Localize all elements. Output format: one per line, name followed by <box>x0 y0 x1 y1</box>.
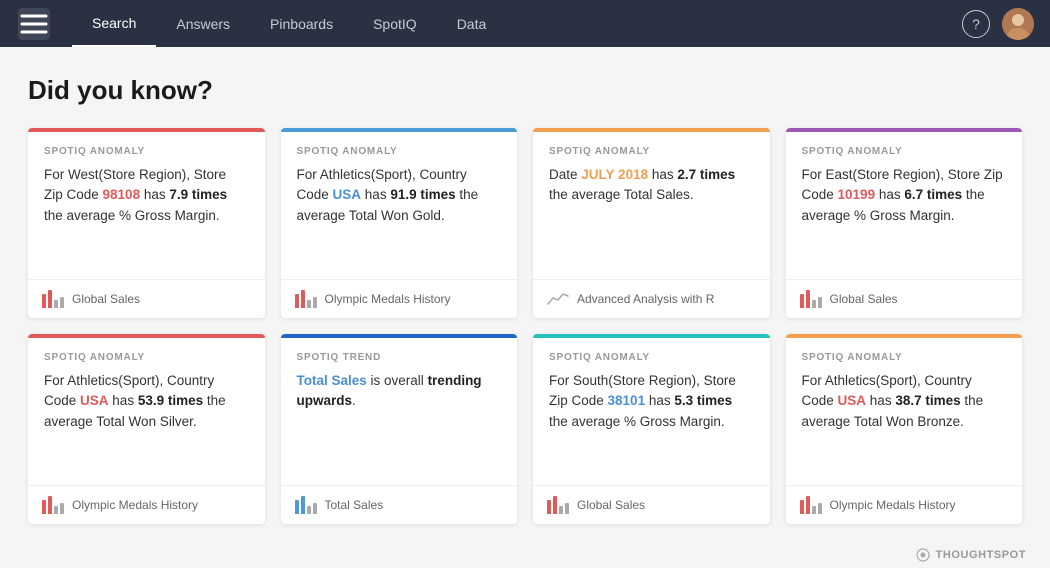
card-1-highlight-blue: USA <box>333 187 362 202</box>
card-1-label: SPOTIQ ANOMALY <box>297 146 502 157</box>
card-2-footer-icon <box>547 288 569 310</box>
page-footer: THOUGHTSPOT <box>0 540 1050 568</box>
card-7-highlight-red: USA <box>838 393 867 408</box>
card-0-emphasis: 7.9 times <box>169 187 227 202</box>
card-4-label: SPOTIQ ANOMALY <box>44 352 249 363</box>
card-3-footer: Global Sales <box>786 279 1023 318</box>
nav-answers[interactable]: Answers <box>156 0 250 47</box>
card-4-bar-chart-icon <box>42 496 64 514</box>
nav-right: ? <box>962 8 1034 40</box>
card-0-highlight-red: 98108 <box>103 187 141 202</box>
card-1[interactable]: SPOTIQ ANOMALY For Athletics(Sport), Coun… <box>281 128 518 318</box>
card-3-emphasis: 6.7 times <box>904 187 962 202</box>
card-6-footer: Global Sales <box>533 485 770 524</box>
card-6-emphasis: 5.3 times <box>674 393 732 408</box>
card-7-footer-text: Olympic Medals History <box>830 498 956 512</box>
card-2-highlight-orange: JULY 2018 <box>581 167 648 182</box>
card-1-body: SPOTIQ ANOMALY For Athletics(Sport), Coun… <box>281 132 518 279</box>
card-0-footer-text: Global Sales <box>72 292 140 306</box>
card-4-footer-icon <box>42 494 64 516</box>
card-4-emphasis: 53.9 times <box>138 393 203 408</box>
nav-pinboards[interactable]: Pinboards <box>250 0 353 47</box>
card-1-emphasis: 91.9 times <box>390 187 455 202</box>
card-2-footer: Advanced Analysis with R <box>533 279 770 318</box>
card-2-text: Date JULY 2018 has 2.7 times the average… <box>549 165 754 206</box>
card-3[interactable]: SPOTIQ ANOMALY For East(Store Region), St… <box>786 128 1023 318</box>
card-0-footer: Global Sales <box>28 279 265 318</box>
card-4-footer: Olympic Medals History <box>28 485 265 524</box>
nav-data[interactable]: Data <box>437 0 507 47</box>
help-button[interactable]: ? <box>962 10 990 38</box>
card-6-highlight-blue: 38101 <box>608 393 646 408</box>
card-1-footer-text: Olympic Medals History <box>325 292 451 306</box>
card-2-line-chart-icon <box>547 290 569 308</box>
card-1-text: For Athletics(Sport), Country Code USA h… <box>297 165 502 226</box>
card-1-footer: Olympic Medals History <box>281 279 518 318</box>
card-6-bar-chart-icon <box>547 496 569 514</box>
card-0[interactable]: SPOTIQ ANOMALY For West(Store Region), St… <box>28 128 265 318</box>
user-avatar[interactable] <box>1002 8 1034 40</box>
card-3-bar-chart-icon <box>800 290 822 308</box>
card-2-label: SPOTIQ ANOMALY <box>549 146 754 157</box>
card-5-footer: Total Sales <box>281 485 518 524</box>
card-5-highlight-blue: Total Sales <box>297 373 367 388</box>
card-4-text: For Athletics(Sport), Country Code USA h… <box>44 371 249 432</box>
card-5-bar-chart-icon <box>295 496 317 514</box>
card-0-text: For West(Store Region), Store Zip Code 9… <box>44 165 249 226</box>
card-3-highlight-red: 10199 <box>838 187 876 202</box>
card-0-body: SPOTIQ ANOMALY For West(Store Region), St… <box>28 132 265 279</box>
card-5-label: SPOTIQ TREND <box>297 352 502 363</box>
card-1-bar-chart-icon <box>295 290 317 308</box>
card-5-footer-text: Total Sales <box>325 498 384 512</box>
card-6-footer-icon <box>547 494 569 516</box>
card-3-footer-text: Global Sales <box>830 292 898 306</box>
card-6-body: SPOTIQ ANOMALY For South(Store Region), S… <box>533 338 770 485</box>
nav-links: Search Answers Pinboards SpotIQ Data <box>72 0 962 47</box>
card-7-footer: Olympic Medals History <box>786 485 1023 524</box>
brand-logo[interactable] <box>16 6 52 42</box>
page-title: Did you know? <box>28 75 1022 106</box>
card-6-label: SPOTIQ ANOMALY <box>549 352 754 363</box>
card-5-footer-icon <box>295 494 317 516</box>
card-3-footer-icon <box>800 288 822 310</box>
card-3-body: SPOTIQ ANOMALY For East(Store Region), St… <box>786 132 1023 279</box>
card-3-text: For East(Store Region), Store Zip Code 1… <box>802 165 1007 226</box>
nav-search[interactable]: Search <box>72 0 156 47</box>
card-3-label: SPOTIQ ANOMALY <box>802 146 1007 157</box>
page-content: Did you know? SPOTIQ ANOMALY For West(Sto… <box>0 47 1050 540</box>
card-2[interactable]: SPOTIQ ANOMALY Date JULY 2018 has 2.7 tim… <box>533 128 770 318</box>
card-7-body: SPOTIQ ANOMALY For Athletics(Sport), Coun… <box>786 338 1023 485</box>
card-2-body: SPOTIQ ANOMALY Date JULY 2018 has 2.7 tim… <box>533 132 770 279</box>
card-6-text: For South(Store Region), Store Zip Code … <box>549 371 754 432</box>
card-2-footer-text: Advanced Analysis with R <box>577 292 714 306</box>
card-7[interactable]: SPOTIQ ANOMALY For Athletics(Sport), Coun… <box>786 334 1023 524</box>
card-5[interactable]: SPOTIQ TREND Total Sales is overall trend… <box>281 334 518 524</box>
card-7-emphasis: 38.7 times <box>895 393 960 408</box>
cards-grid: SPOTIQ ANOMALY For West(Store Region), St… <box>28 128 1022 524</box>
card-7-bar-chart-icon <box>800 496 822 514</box>
card-6-footer-text: Global Sales <box>577 498 645 512</box>
card-5-body: SPOTIQ TREND Total Sales is overall trend… <box>281 338 518 485</box>
card-0-label: SPOTIQ ANOMALY <box>44 146 249 157</box>
card-7-footer-icon <box>800 494 822 516</box>
card-7-label: SPOTIQ ANOMALY <box>802 352 1007 363</box>
card-2-emphasis: 2.7 times <box>677 167 735 182</box>
card-4[interactable]: SPOTIQ ANOMALY For Athletics(Sport), Coun… <box>28 334 265 524</box>
card-5-text: Total Sales is overall trending upwards. <box>297 371 502 412</box>
card-4-footer-text: Olympic Medals History <box>72 498 198 512</box>
card-1-footer-icon <box>295 288 317 310</box>
card-4-highlight-red: USA <box>80 393 109 408</box>
card-0-footer-icon <box>42 288 64 310</box>
card-6[interactable]: SPOTIQ ANOMALY For South(Store Region), S… <box>533 334 770 524</box>
nav-spotiq[interactable]: SpotIQ <box>353 0 437 47</box>
card-0-bar-chart-icon <box>42 290 64 308</box>
card-7-text: For Athletics(Sport), Country Code USA h… <box>802 371 1007 432</box>
card-4-body: SPOTIQ ANOMALY For Athletics(Sport), Coun… <box>28 338 265 485</box>
navbar: Search Answers Pinboards SpotIQ Data ? <box>0 0 1050 47</box>
thoughtspot-footer-logo <box>916 548 930 562</box>
footer-brand: THOUGHTSPOT <box>936 549 1026 561</box>
